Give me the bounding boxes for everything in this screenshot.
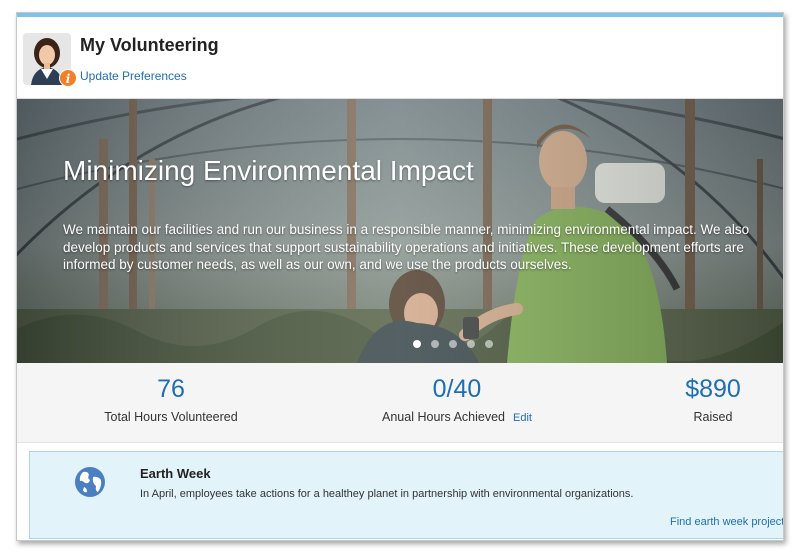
stat-label: Anual Hours Achieved: [382, 410, 506, 424]
info-badge-icon[interactable]: i: [59, 69, 77, 87]
stats-bar: 76 Total Hours Volunteered 0/40 Anual Ho…: [17, 363, 783, 443]
stat-annual-hours: 0/40 Anual Hours Achieved Edit: [373, 375, 541, 426]
hero-carousel[interactable]: Minimizing Environmental Impact We maint…: [17, 99, 783, 363]
stat-value: 76: [157, 375, 185, 403]
find-projects-link[interactable]: Find earth week projects: [670, 516, 783, 528]
update-preferences-link[interactable]: Update Preferences: [80, 69, 187, 83]
edit-annual-hours-link[interactable]: Edit: [513, 412, 532, 424]
carousel-dot-5[interactable]: [485, 340, 493, 348]
carousel-dot-3[interactable]: [449, 340, 457, 348]
avatar[interactable]: i: [23, 33, 77, 87]
stat-value: 0/40: [432, 375, 482, 403]
carousel-pagination: [413, 340, 493, 348]
stat-total-hours: 76 Total Hours Volunteered: [103, 375, 239, 426]
stat-label: Total Hours Volunteered: [104, 410, 238, 424]
page-title: My Volunteering: [80, 35, 219, 55]
hero-title: Minimizing Environmental Impact: [63, 155, 474, 186]
volunteering-window: i My Volunteering Update Preferences Min…: [16, 12, 784, 541]
stat-label: Raised: [693, 410, 733, 424]
carousel-dot-1[interactable]: [413, 340, 421, 348]
card-title: Earth Week: [140, 466, 211, 481]
carousel-dot-4[interactable]: [467, 340, 475, 348]
page-header: i My Volunteering Update Preferences: [17, 17, 783, 99]
hero-description: We maintain our facilities and run our b…: [63, 222, 750, 272]
earth-week-card: Earth Week In April, employees take acti…: [29, 451, 783, 539]
stat-value: $890: [685, 375, 741, 403]
card-description: In April, employees take actions for a h…: [140, 488, 634, 500]
globe-icon: [75, 467, 105, 497]
stat-raised: $890 Raised: [669, 375, 757, 426]
carousel-dot-2[interactable]: [431, 340, 439, 348]
